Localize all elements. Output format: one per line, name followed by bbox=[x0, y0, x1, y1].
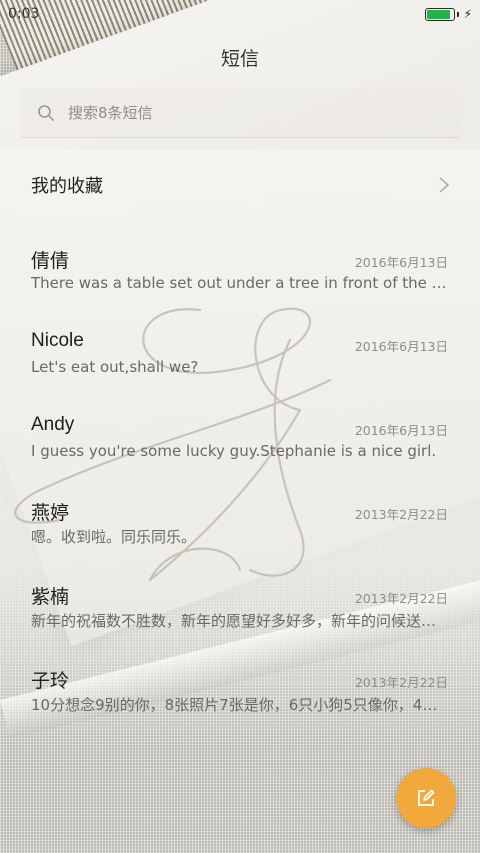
page-title: 短信 bbox=[220, 48, 259, 70]
status-bar: 0:03 ⚡ bbox=[0, 0, 480, 28]
charging-icon: ⚡ bbox=[463, 7, 472, 21]
conversation-item[interactable]: 倩倩 2016年6月13日 There was a table set out … bbox=[0, 246, 480, 330]
search-input[interactable]: 搜索8条短信 bbox=[68, 102, 153, 123]
message-preview: 新年的祝福数不胜数，新年的愿望好多好多，新年的问候送给你 bbox=[31, 612, 449, 630]
conversation-item[interactable]: 燕婷 2013年2月22日 嗯。收到啦。同乐同乐。 bbox=[0, 498, 480, 582]
message-date: 2013年2月22日 bbox=[354, 507, 448, 522]
message-preview: Let's eat out,shall we? bbox=[31, 358, 199, 376]
favorites-row[interactable]: 我的收藏 bbox=[0, 160, 480, 210]
message-preview: 10分想念9别的你，8张照片7张是你，6只小狗5只像你，4季如春 bbox=[31, 696, 449, 714]
contact-name: Nicole bbox=[31, 330, 84, 351]
message-date: 2013年2月22日 bbox=[354, 591, 448, 606]
contact-name: 倩倩 bbox=[31, 251, 70, 272]
compose-icon bbox=[418, 789, 435, 806]
contact-name: Andy bbox=[31, 414, 75, 435]
message-date: 2013年2月22日 bbox=[354, 675, 448, 690]
conversation-item[interactable]: 紫楠 2013年2月22日 新年的祝福数不胜数，新年的愿望好多好多，新年的问候送… bbox=[0, 582, 480, 666]
contact-name: 燕婷 bbox=[31, 503, 70, 524]
search-icon bbox=[38, 104, 54, 121]
compose-button[interactable] bbox=[396, 768, 456, 828]
message-preview: 嗯。收到啦。同乐同乐。 bbox=[31, 528, 197, 546]
contact-name: 紫楠 bbox=[31, 587, 70, 608]
conversation-item[interactable]: Nicole 2016年6月13日 Let's eat out,shall we… bbox=[0, 330, 480, 414]
conversation-item[interactable]: Andy 2016年6月13日 I guess you're some luck… bbox=[0, 414, 480, 498]
message-date: 2016年6月13日 bbox=[354, 255, 448, 270]
status-time: 0:03 bbox=[8, 6, 40, 22]
message-preview: I guess you're some lucky guy.Stephanie … bbox=[31, 442, 437, 460]
chevron-right-icon bbox=[439, 177, 450, 193]
battery-icon bbox=[424, 7, 455, 21]
battery-tip bbox=[456, 11, 459, 17]
message-date: 2016年6月13日 bbox=[354, 423, 448, 438]
battery-indicator: ⚡ bbox=[424, 7, 472, 21]
contact-name: 子玲 bbox=[31, 671, 70, 692]
search-bar[interactable]: 搜索8条短信 bbox=[20, 88, 460, 138]
favorites-label: 我的收藏 bbox=[31, 176, 103, 197]
conversation-item[interactable]: 子玲 2013年2月22日 10分想念9别的你，8张照片7张是你，6只小狗5只像… bbox=[0, 666, 480, 750]
message-preview: There was a table set out under a tree i… bbox=[31, 274, 449, 292]
battery-level bbox=[426, 9, 450, 19]
message-date: 2016年6月13日 bbox=[354, 339, 448, 354]
